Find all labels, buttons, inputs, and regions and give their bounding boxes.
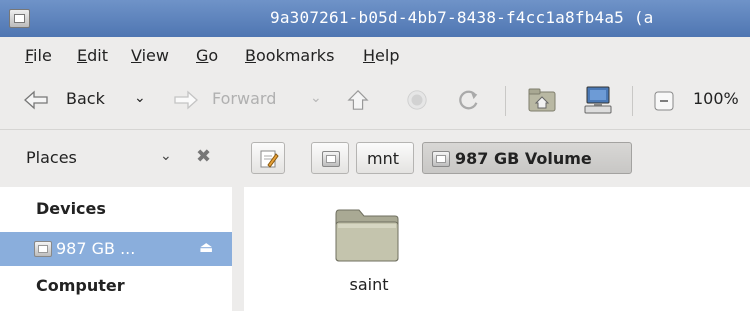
menu-bookmarks[interactable]: Bookmarks bbox=[245, 46, 334, 65]
eject-icon[interactable]: ⏏ bbox=[199, 238, 213, 256]
menu-edit[interactable]: Edit bbox=[77, 46, 108, 65]
drive-icon bbox=[432, 151, 450, 167]
pane-divider[interactable] bbox=[232, 187, 244, 311]
sidebar: Devices 987 GB ... ⏏ Computer bbox=[0, 187, 233, 311]
window-drive-icon[interactable] bbox=[9, 9, 30, 28]
drive-icon bbox=[322, 151, 340, 167]
edit-pencil-icon bbox=[260, 150, 279, 168]
toolbar-separator bbox=[632, 86, 633, 116]
sidebar-type-chevron-icon[interactable]: ⌄ bbox=[160, 148, 172, 164]
zoom-level: 100% bbox=[693, 89, 739, 108]
menu-view[interactable]: View bbox=[131, 46, 169, 65]
close-sidebar-icon[interactable]: ✖ bbox=[196, 146, 211, 167]
back-button[interactable]: Back bbox=[66, 89, 105, 108]
folder-label[interactable]: saint bbox=[344, 275, 394, 294]
back-history-chevron-icon[interactable]: ⌄ bbox=[134, 90, 146, 106]
file-view[interactable]: saint bbox=[244, 187, 750, 311]
drive-icon bbox=[34, 241, 52, 257]
sidebar-item-volume[interactable]: 987 GB ... ⏏ bbox=[0, 232, 232, 266]
computer-icon[interactable] bbox=[582, 85, 614, 115]
stop-icon[interactable] bbox=[404, 89, 430, 111]
crumb-mnt[interactable]: mnt bbox=[356, 142, 414, 174]
menu-help[interactable]: Help bbox=[363, 46, 399, 65]
back-arrow-icon[interactable] bbox=[22, 89, 50, 111]
title-bar: 9a307261-b05d-4bb7-8438-f4cc1a8fb4a5 (a bbox=[0, 0, 750, 37]
forward-history-chevron-icon[interactable]: ⌄ bbox=[310, 90, 322, 106]
menu-go[interactable]: Go bbox=[196, 46, 218, 65]
menu-bar: File Edit View Go Bookmarks Help bbox=[0, 37, 750, 73]
location-bar: Places ⌄ ✖ mnt 987 GB Volume bbox=[0, 130, 750, 187]
sidebar-heading-devices: Devices bbox=[36, 199, 106, 218]
window-title: 9a307261-b05d-4bb7-8438-f4cc1a8fb4a5 (a bbox=[270, 8, 654, 27]
zoom-out-icon[interactable] bbox=[653, 90, 675, 112]
sidebar-heading-computer: Computer bbox=[36, 276, 125, 295]
crumb-root[interactable] bbox=[311, 142, 349, 174]
menu-file[interactable]: File bbox=[25, 46, 52, 65]
crumb-volume[interactable]: 987 GB Volume bbox=[422, 142, 632, 174]
folder-icon[interactable] bbox=[334, 206, 400, 262]
home-folder-icon[interactable] bbox=[527, 87, 557, 113]
sidebar-type-label[interactable]: Places bbox=[26, 148, 77, 167]
forward-button[interactable]: Forward bbox=[212, 89, 276, 108]
toolbar-separator bbox=[505, 86, 506, 116]
toolbar: Back ⌄ Forward ⌄ 100% bbox=[0, 73, 750, 130]
forward-arrow-icon[interactable] bbox=[172, 89, 200, 111]
toggle-location-entry-button[interactable] bbox=[251, 142, 285, 174]
sidebar-item-label: 987 GB ... bbox=[56, 239, 136, 258]
up-arrow-icon[interactable] bbox=[344, 89, 372, 111]
reload-icon[interactable] bbox=[455, 89, 483, 111]
